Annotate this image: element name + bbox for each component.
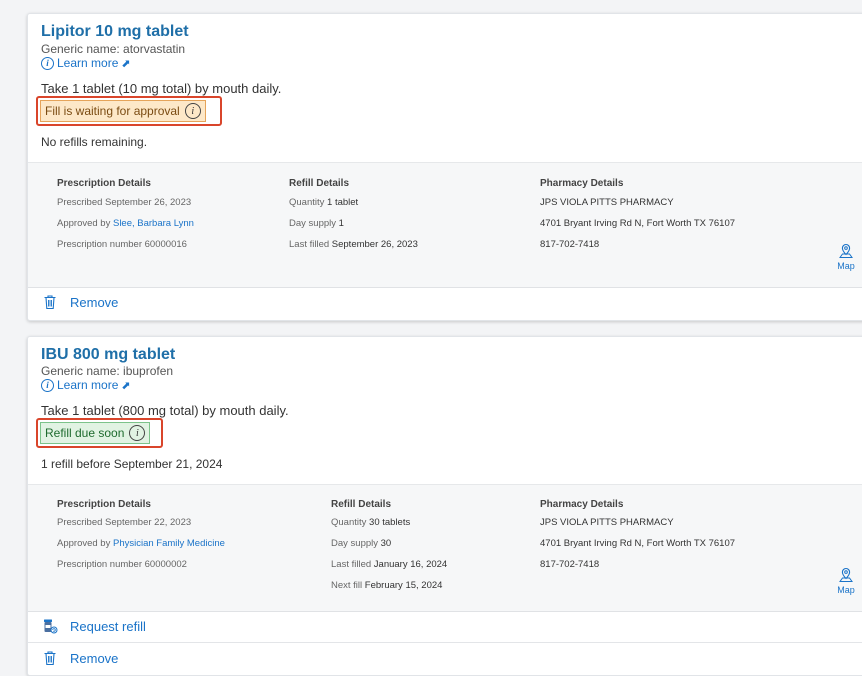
day-supply-label: Day supply (289, 218, 336, 229)
learn-more-label: Learn more (57, 378, 119, 392)
last-filled: Last filled January 16, 2024 (331, 559, 447, 570)
external-link-icon: ⬈ (121, 379, 131, 392)
approved-by-label: Approved by (57, 538, 111, 549)
request-refill-label: Request refill (70, 618, 146, 634)
generic-name: Generic name: atorvastatin (41, 42, 186, 56)
prescription-number: Prescription number 60000002 (57, 559, 187, 570)
dosage-instructions: Take 1 tablet (800 mg total) by mouth da… (41, 403, 289, 418)
quantity-value: 30 tablets (369, 517, 411, 528)
next-fill-label: Next fill (331, 580, 363, 591)
learn-more-link[interactable]: i Learn more ⬈ (41, 56, 131, 70)
info-icon: i (41, 56, 54, 70)
map-label: Map (837, 585, 855, 595)
map-button[interactable]: Map (834, 567, 858, 595)
map-label: Map (837, 261, 855, 271)
prescription-details-heading: Prescription Details (57, 499, 151, 510)
pharmacy-phone: 817-702-7418 (540, 559, 600, 570)
details-panel: Prescription Details Prescribed Septembe… (28, 162, 862, 288)
approved-by: Approved by Slee, Barbara Lynn (57, 218, 194, 229)
learn-more-label: Learn more (57, 56, 119, 70)
info-icon: i (41, 378, 54, 392)
info-icon[interactable]: i (129, 425, 146, 441)
pharmacy-name: JPS VIOLA PITTS PHARMACY (540, 517, 674, 528)
remove-label: Remove (70, 650, 119, 666)
next-fill: Next fill February 15, 2024 (331, 580, 442, 591)
day-supply-value: 1 (338, 218, 344, 229)
pharmacy-name: JPS VIOLA PITTS PHARMACY (540, 197, 674, 208)
refill-note: No refills remaining. (41, 135, 148, 149)
request-refill-button[interactable]: Request refill (28, 611, 862, 641)
status-badge-label: Fill is waiting for approval (45, 104, 180, 118)
refill-details-heading: Refill Details (289, 178, 350, 189)
map-pin-icon (839, 243, 853, 258)
generic-name: Generic name: ibuprofen (41, 364, 174, 378)
status-badge: Refill due soon i (40, 422, 151, 444)
map-pin-icon (839, 567, 853, 582)
approved-by-label: Approved by (57, 218, 111, 229)
pharmacy-address: 4701 Bryant Irving Rd N, Fort Worth TX 7… (540, 538, 736, 549)
pharmacy-phone: 817-702-7418 (540, 239, 600, 250)
remove-button[interactable]: Remove (28, 287, 862, 317)
day-supply-value: 30 (380, 538, 392, 549)
remove-button[interactable]: Remove (28, 643, 862, 673)
approver-link[interactable]: Physician Family Medicine (113, 538, 225, 549)
details-panel: Prescription Details Prescribed Septembe… (28, 484, 862, 612)
quantity: Quantity 30 tablets (331, 517, 410, 528)
prescription-card-ibu: IBU 800 mg tablet Generic name: ibuprofe… (27, 336, 862, 676)
map-button[interactable]: Map (834, 243, 858, 271)
medication-name[interactable]: Lipitor 10 mg tablet (41, 23, 189, 41)
quantity-label: Quantity (289, 197, 325, 208)
dosage-instructions: Take 1 tablet (10 mg total) by mouth dai… (41, 81, 282, 96)
quantity-value: 1 tablet (327, 197, 359, 208)
day-supply-label: Day supply (331, 538, 378, 549)
trash-icon (42, 294, 58, 310)
approver-link[interactable]: Slee, Barbara Lynn (113, 218, 194, 229)
external-link-icon: ⬈ (121, 57, 131, 70)
info-icon[interactable]: i (184, 103, 201, 119)
trash-icon (42, 650, 58, 666)
prescription-number: Prescription number 60000016 (57, 239, 187, 250)
quantity-label: Quantity (331, 517, 367, 528)
last-filled-value: September 26, 2023 (331, 239, 418, 250)
refill-details-heading: Refill Details (331, 499, 392, 510)
remove-label: Remove (70, 294, 119, 310)
prescribed-date: Prescribed September 22, 2023 (57, 517, 192, 528)
last-filled: Last filled September 26, 2023 (289, 239, 418, 250)
prescription-details-heading: Prescription Details (57, 178, 151, 189)
pharmacy-details-heading: Pharmacy Details (540, 499, 624, 510)
learn-more-link[interactable]: i Learn more ⬈ (41, 378, 131, 392)
medication-name[interactable]: IBU 800 mg tablet (41, 346, 175, 364)
last-filled-label: Last filled (289, 239, 330, 250)
pharmacy-details-heading: Pharmacy Details (540, 178, 624, 189)
status-badge: Fill is waiting for approval i (40, 100, 206, 122)
prescription-card-lipitor: Lipitor 10 mg tablet Generic name: atorv… (27, 13, 862, 321)
pill-bottle-refill-icon (42, 618, 58, 634)
next-fill-value: February 15, 2024 (364, 580, 443, 591)
pharmacy-address: 4701 Bryant Irving Rd N, Fort Worth TX 7… (540, 218, 736, 229)
last-filled-label: Last filled (331, 559, 372, 570)
day-supply: Day supply 30 (331, 538, 391, 549)
approved-by: Approved by Physician Family Medicine (57, 538, 225, 549)
last-filled-value: January 16, 2024 (373, 559, 448, 570)
status-badge-label: Refill due soon (45, 426, 125, 440)
prescribed-date: Prescribed September 26, 2023 (57, 197, 192, 208)
day-supply: Day supply 1 (289, 218, 344, 229)
quantity: Quantity 1 tablet (289, 197, 358, 208)
refill-note: 1 refill before September 21, 2024 (41, 457, 223, 471)
